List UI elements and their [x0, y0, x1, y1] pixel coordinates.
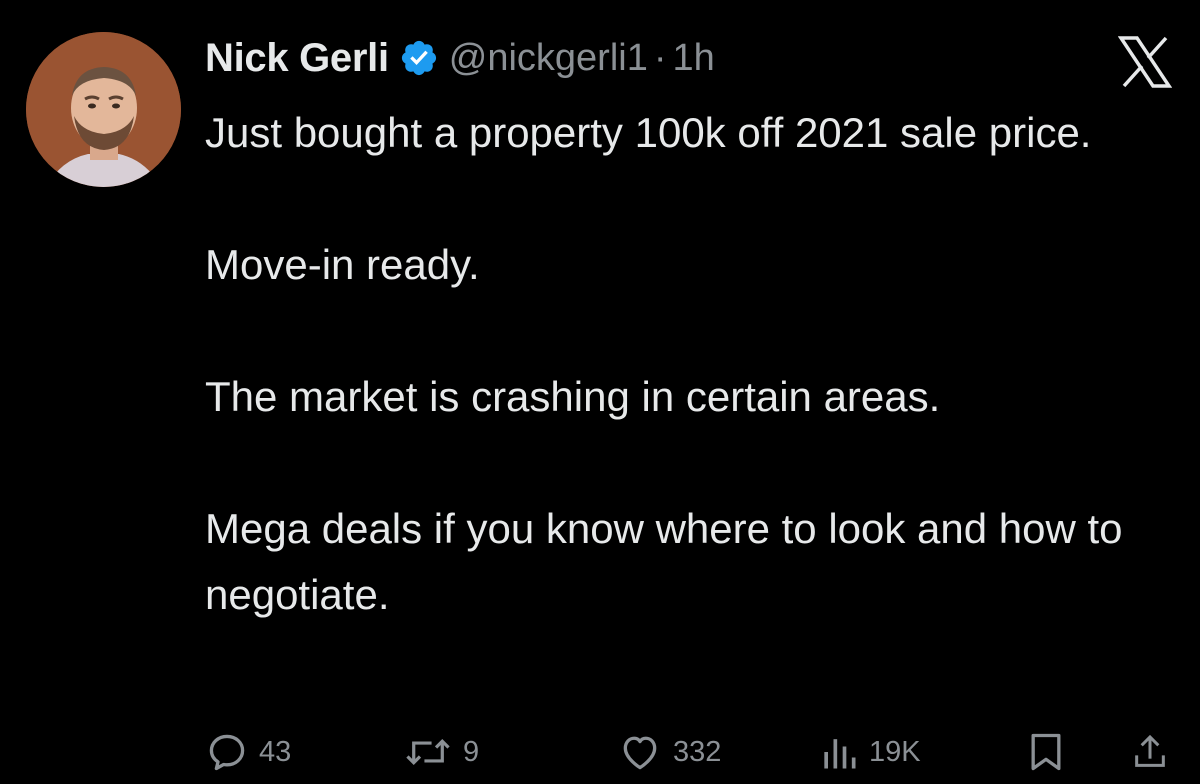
author-avatar[interactable] [26, 32, 181, 187]
views-button[interactable]: 19K [819, 725, 921, 779]
tweet-paragraph: Just bought a property 100k off 2021 sal… [205, 109, 1092, 156]
tweet-header: Nick Gerli @nickgerli1 · 1h [205, 30, 715, 86]
tweet-card: Nick Gerli @nickgerli1 · 1h Just bought … [0, 0, 1200, 784]
tweet-paragraph: Mega deals if you know where to look and… [205, 505, 1123, 618]
like-button[interactable]: 332 [617, 725, 721, 779]
author-name[interactable]: Nick Gerli [205, 36, 389, 81]
verified-badge-icon [399, 38, 439, 78]
repost-count: 9 [463, 735, 480, 768]
tweet-paragraph: The market is crashing in certain areas. [205, 373, 941, 420]
x-logo-icon [1118, 36, 1172, 88]
bookmark-button[interactable] [1027, 725, 1065, 779]
views-chart-icon [824, 739, 856, 769]
reply-button[interactable]: 43 [205, 725, 291, 779]
tweet-paragraph: Move-in ready. [205, 241, 480, 288]
author-handle[interactable]: @nickgerli1 [449, 37, 648, 80]
bookmark-icon [1031, 733, 1061, 771]
separator-dot: · [653, 36, 667, 79]
tweet-body: Just bought a property 100k off 2021 sal… [205, 100, 1165, 628]
reply-count: 43 [259, 735, 292, 768]
repost-button[interactable]: 9 [403, 725, 479, 779]
tweet-timestamp[interactable]: 1h [673, 37, 715, 80]
avatar-image [26, 32, 181, 187]
reply-icon [209, 734, 245, 771]
like-count: 332 [673, 735, 722, 768]
heart-icon [623, 736, 657, 770]
tweet-action-bar: 43 9 332 19K [205, 725, 1175, 779]
share-button[interactable] [1130, 725, 1170, 779]
share-icon [1135, 734, 1165, 767]
repost-icon [406, 739, 450, 765]
views-count: 19K [869, 735, 921, 768]
